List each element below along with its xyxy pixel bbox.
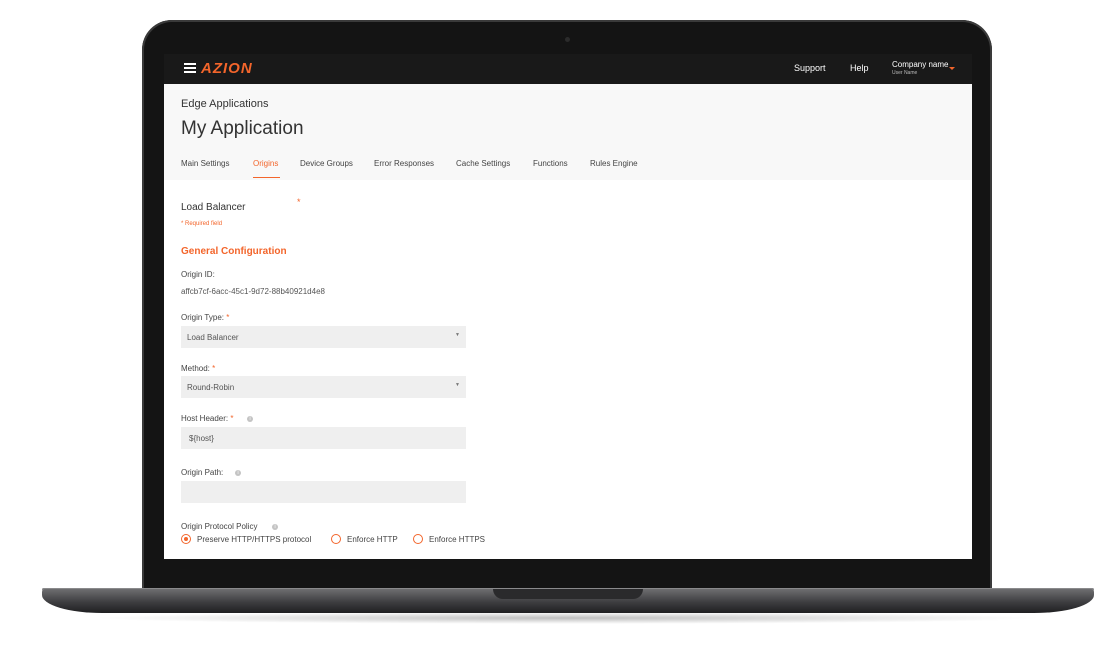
info-icon[interactable]: i <box>235 470 241 476</box>
radio-enforce-https[interactable] <box>413 534 423 544</box>
info-icon[interactable]: i <box>272 524 278 530</box>
laptop-notch <box>493 589 643 599</box>
radio-preserve-protocol-label[interactable]: Preserve HTTP/HTTPS protocol <box>197 535 311 544</box>
chevron-down-icon[interactable] <box>949 67 955 70</box>
radio-enforce-http[interactable] <box>331 534 341 544</box>
origin-path-input[interactable] <box>181 481 466 503</box>
app-screen: AZION Support Help Company name User Nam… <box>164 54 972 559</box>
account-menu[interactable]: Company name User Name <box>892 60 948 76</box>
required-star: * <box>226 313 230 322</box>
required-star: * <box>212 364 216 373</box>
azion-logo: AZION <box>201 60 253 77</box>
protocol-policy-label: Origin Protocol Policy <box>181 522 258 531</box>
origin-type-label-text: Origin Type: <box>181 313 224 322</box>
radio-preserve-protocol[interactable] <box>181 534 191 544</box>
tab-bar: Main Settings Origins Device Groups Erro… <box>164 159 972 180</box>
required-note: * Required field <box>181 221 223 227</box>
tab-cache-settings[interactable]: Cache Settings <box>456 159 510 168</box>
origin-type-label: Origin Type: * <box>181 313 229 322</box>
host-header-input[interactable] <box>181 427 466 449</box>
section-title: Load Balancer <box>181 202 246 213</box>
page-title: My Application <box>181 118 304 139</box>
breadcrumb[interactable]: Edge Applications <box>181 98 268 110</box>
company-name: Company name <box>892 60 949 69</box>
radio-enforce-https-label[interactable]: Enforce HTTPS <box>429 535 485 544</box>
active-tab-indicator <box>253 177 280 178</box>
page-header: Edge Applications My Application Main Se… <box>164 84 972 180</box>
method-label-text: Method: <box>181 364 210 373</box>
method-select[interactable]: Round-Robin ▼ <box>181 376 466 398</box>
origin-id-label: Origin ID: <box>181 270 215 279</box>
info-icon[interactable]: i <box>247 416 253 422</box>
tab-error-responses[interactable]: Error Responses <box>374 159 434 168</box>
user-name: User Name <box>892 70 918 76</box>
general-configuration-heading: General Configuration <box>181 246 287 257</box>
hamburger-menu-icon[interactable] <box>184 63 196 73</box>
top-navigation-bar: AZION Support Help Company name User Nam… <box>164 54 972 84</box>
tab-device-groups[interactable]: Device Groups <box>300 159 353 168</box>
help-link[interactable]: Help <box>850 63 869 73</box>
tab-origins[interactable]: Origins <box>253 159 278 168</box>
origin-path-label: Origin Path: <box>181 468 224 477</box>
method-label: Method: * <box>181 364 215 373</box>
select-arrow-icon: ▼ <box>455 332 460 338</box>
required-star: * <box>230 414 234 423</box>
origin-id-value: affcb7cf-6acc-45c1-9d72-88b40921d4e8 <box>181 287 325 296</box>
tab-functions[interactable]: Functions <box>533 159 568 168</box>
tab-rules-engine[interactable]: Rules Engine <box>590 159 638 168</box>
host-header-label: Host Header: * <box>181 414 234 423</box>
origin-type-select[interactable]: Load Balancer ▼ <box>181 326 466 348</box>
method-selected: Round-Robin <box>187 383 235 392</box>
support-link[interactable]: Support <box>794 63 826 73</box>
webcam <box>565 37 570 42</box>
host-header-label-text: Host Header: <box>181 414 229 423</box>
radio-enforce-http-label[interactable]: Enforce HTTP <box>347 535 398 544</box>
laptop-shadow <box>90 612 1046 624</box>
origin-type-selected: Load Balancer <box>187 333 239 342</box>
tab-main-settings[interactable]: Main Settings <box>181 159 229 168</box>
required-marker: * <box>297 197 301 207</box>
select-arrow-icon: ▼ <box>455 382 460 388</box>
